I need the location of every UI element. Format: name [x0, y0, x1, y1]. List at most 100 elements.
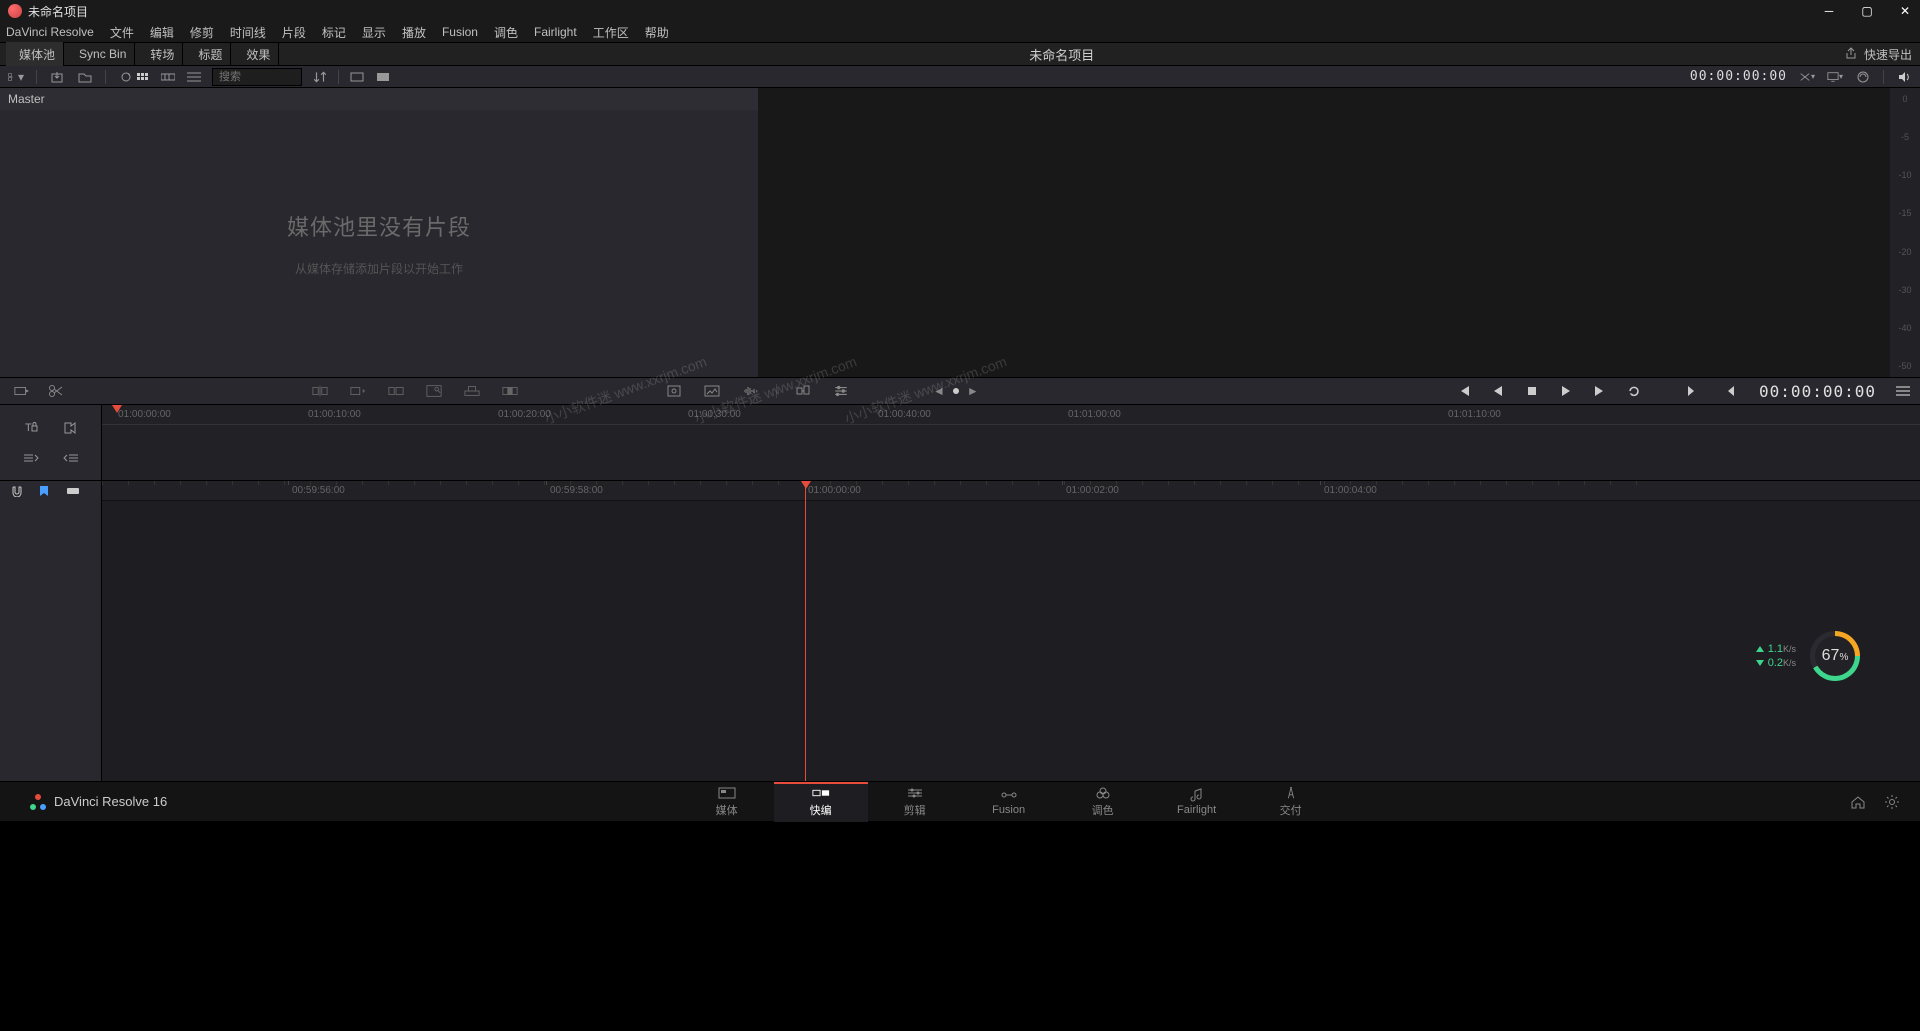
import-folder-button[interactable]: [77, 70, 93, 84]
quick-export-button[interactable]: 快速导出: [1864, 46, 1912, 63]
track-button-1[interactable]: [21, 449, 41, 467]
marker-button[interactable]: [38, 485, 52, 497]
media-pool-button[interactable]: 媒体池: [6, 42, 64, 66]
effect-button[interactable]: 效果: [233, 42, 279, 66]
menu-file[interactable]: 文件: [110, 24, 134, 41]
brand-icon: [30, 794, 46, 810]
home-button[interactable]: [1850, 794, 1866, 810]
close-up-button[interactable]: [422, 381, 446, 401]
zoom-menu-button[interactable]: ▾: [1799, 70, 1815, 84]
page-media[interactable]: 媒体: [680, 782, 774, 822]
ruler-tick: 01:00:02:00: [1066, 485, 1119, 496]
effect-label: 效果: [246, 46, 270, 63]
prev-edit-button[interactable]: ◄: [933, 384, 945, 398]
title-button[interactable]: T 标题: [185, 42, 231, 66]
magnet-snap-button[interactable]: [10, 485, 24, 497]
menu-view[interactable]: 显示: [362, 24, 386, 41]
close-button[interactable]: ✕: [1898, 4, 1912, 18]
menu-timeline[interactable]: 时间线: [230, 24, 266, 41]
sub-toolbar: ▾ 00:00:00:00 ▾ ▾: [0, 66, 1920, 88]
separator: [776, 384, 777, 398]
edit-toolbar: ◄ ► 00:00:00:00: [0, 377, 1920, 405]
list-view-button[interactable]: [186, 70, 202, 84]
menu-davinci[interactable]: DaVinci Resolve: [6, 25, 94, 39]
prev-clip-button[interactable]: [1721, 382, 1739, 400]
stop-button[interactable]: [1523, 382, 1541, 400]
append-button[interactable]: [346, 381, 370, 401]
master-bin-label[interactable]: Master: [0, 88, 758, 110]
page-edit[interactable]: 剪辑: [868, 782, 962, 822]
inspector-button[interactable]: [829, 381, 853, 401]
expand-viewer-button[interactable]: [1855, 70, 1871, 84]
page-color[interactable]: 调色: [1056, 782, 1150, 822]
transition-button[interactable]: 转场: [137, 42, 183, 66]
place-on-top-button[interactable]: [460, 381, 484, 401]
maximize-button[interactable]: ▢: [1860, 4, 1874, 18]
page-fairlight[interactable]: Fairlight: [1150, 782, 1244, 822]
menu-clip[interactable]: 片段: [282, 24, 306, 41]
menubar: DaVinci Resolve 文件 编辑 修剪 时间线 片段 标记 显示 播放…: [0, 22, 1920, 42]
thumbnail-view-button[interactable]: [134, 70, 150, 84]
picture-button[interactable]: [700, 381, 724, 401]
split-clip-button[interactable]: [44, 381, 68, 401]
menu-mark[interactable]: 标记: [322, 24, 346, 41]
svg-text:T: T: [25, 422, 32, 434]
options-menu-button[interactable]: [1896, 386, 1910, 396]
lower-playhead[interactable]: [805, 481, 806, 781]
import-media-button[interactable]: [49, 70, 65, 84]
menu-fusion[interactable]: Fusion: [442, 25, 478, 39]
lock-track-button[interactable]: T: [21, 418, 41, 436]
lower-ruler[interactable]: 00:59:56:0000:59:58:0001:00:00:0001:00:0…: [102, 481, 1920, 501]
timeline-track-area[interactable]: 00:59:56:0000:59:58:0001:00:00:0001:00:0…: [102, 481, 1920, 781]
viewer-panel[interactable]: 0 -5 -10 -15 -20 -30 -40 -50: [758, 88, 1920, 377]
flag-button[interactable]: [66, 485, 80, 497]
loop-button[interactable]: [1625, 382, 1643, 400]
tools-button[interactable]: [662, 381, 686, 401]
media-pool-label: 媒体池: [19, 46, 55, 63]
last-frame-button[interactable]: [1591, 382, 1609, 400]
search-input[interactable]: [212, 68, 302, 86]
upper-ruler[interactable]: 01:00:00:0001:00:10:0001:00:20:0001:00:3…: [102, 405, 1920, 480]
usage-gauge: 67%: [1810, 631, 1860, 681]
menu-fairlight[interactable]: Fairlight: [534, 25, 577, 39]
smart-insert-button[interactable]: [308, 381, 332, 401]
menu-help[interactable]: 帮助: [645, 24, 669, 41]
menu-color[interactable]: 调色: [494, 24, 518, 41]
clip-view-button[interactable]: [349, 70, 365, 84]
menu-trim[interactable]: 修剪: [190, 24, 214, 41]
ruler-tick: 01:00:20:00: [498, 409, 551, 420]
menu-workspace[interactable]: 工作区: [593, 24, 629, 41]
first-frame-button[interactable]: [1455, 382, 1473, 400]
next-edit-button[interactable]: ►: [967, 384, 979, 398]
boring-detector-button[interactable]: [10, 381, 34, 401]
prev-frame-button[interactable]: [1489, 382, 1507, 400]
audio-button[interactable]: [738, 381, 762, 401]
window-titlebar: 未命名项目 ─ ▢ ✕: [0, 0, 1920, 22]
menu-playback[interactable]: 播放: [402, 24, 426, 41]
play-button[interactable]: [1557, 382, 1575, 400]
video-track-button[interactable]: [61, 418, 81, 436]
bin-list-button[interactable]: ▾: [8, 70, 24, 84]
speaker-icon[interactable]: [1896, 70, 1912, 84]
window-title: 未命名项目: [28, 3, 1822, 20]
page-fusion[interactable]: Fusion: [962, 782, 1056, 822]
edit-point-indicator: [953, 388, 959, 394]
dynamic-zoom-button[interactable]: [791, 381, 815, 401]
source-overwrite-button[interactable]: [498, 381, 522, 401]
sort-button[interactable]: [312, 70, 328, 84]
settings-button[interactable]: [1884, 794, 1900, 810]
page-deliver[interactable]: 交付: [1244, 782, 1338, 822]
menu-edit[interactable]: 编辑: [150, 24, 174, 41]
sync-button[interactable]: [118, 70, 134, 84]
monitor-menu-button[interactable]: ▾: [1827, 70, 1843, 84]
page-cut[interactable]: 快编: [774, 782, 868, 822]
audio-view-button[interactable]: [375, 70, 391, 84]
sync-bin-button[interactable]: Sync Bin: [66, 42, 135, 66]
track-button-2[interactable]: [61, 449, 81, 467]
strip-view-button[interactable]: [160, 70, 176, 84]
timeline-timecode[interactable]: 00:00:00:00: [1759, 382, 1876, 401]
ripple-overwrite-button[interactable]: [384, 381, 408, 401]
brand-label: DaVinci Resolve 16: [54, 794, 167, 809]
next-clip-button[interactable]: [1683, 382, 1701, 400]
minimize-button[interactable]: ─: [1822, 4, 1836, 18]
